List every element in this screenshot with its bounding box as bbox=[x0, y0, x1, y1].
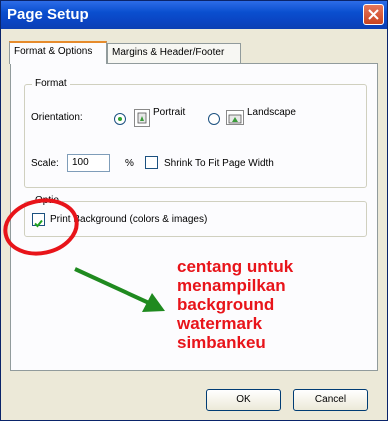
close-button[interactable] bbox=[363, 4, 384, 25]
scale-label: Scale: bbox=[31, 158, 59, 169]
options-legend: Optio bbox=[32, 195, 62, 206]
scale-input[interactable]: 100 bbox=[67, 154, 110, 172]
page-setup-dialog: Page Setup Format & Options Margins & He… bbox=[0, 0, 388, 421]
orientation-label: Orientation: bbox=[31, 112, 83, 123]
annotation-line: simbankeu bbox=[177, 333, 266, 352]
title-bar: Page Setup bbox=[1, 1, 387, 29]
print-background-label: Print Background (colors & images) bbox=[50, 214, 208, 225]
annotation-line: background bbox=[177, 295, 275, 314]
cancel-button[interactable]: Cancel bbox=[293, 389, 368, 411]
portrait-radio[interactable] bbox=[114, 113, 126, 125]
annotation-text: centang untuk menampilkan background wat… bbox=[177, 257, 293, 352]
tab-format-options[interactable]: Format & Options bbox=[9, 41, 107, 64]
close-icon bbox=[368, 9, 379, 20]
options-group: Optio Print Background (colors & images) bbox=[24, 195, 367, 237]
shrink-checkbox[interactable] bbox=[145, 156, 158, 169]
landscape-icon bbox=[226, 110, 244, 125]
format-legend: Format bbox=[32, 78, 70, 89]
annotation-line: menampilkan bbox=[177, 276, 286, 295]
print-background-checkbox[interactable] bbox=[32, 213, 45, 228]
percent-label: % bbox=[125, 158, 134, 169]
landscape-radio[interactable] bbox=[208, 113, 220, 125]
format-group: Format Orientation: Portrait Landscape S… bbox=[24, 78, 367, 188]
annotation-line: centang untuk bbox=[177, 257, 294, 276]
landscape-label: Landscape bbox=[247, 107, 296, 118]
portrait-label: Portrait bbox=[153, 107, 186, 118]
portrait-icon bbox=[134, 109, 150, 127]
annotation-line: watermark bbox=[177, 314, 263, 333]
checkmark-icon bbox=[34, 219, 43, 228]
window-title: Page Setup bbox=[7, 6, 89, 23]
shrink-label: Shrink To Fit Page Width bbox=[164, 158, 274, 169]
tab-margins-header-footer[interactable]: Margins & Header/Footer bbox=[107, 43, 241, 64]
ok-button[interactable]: OK bbox=[206, 389, 281, 411]
